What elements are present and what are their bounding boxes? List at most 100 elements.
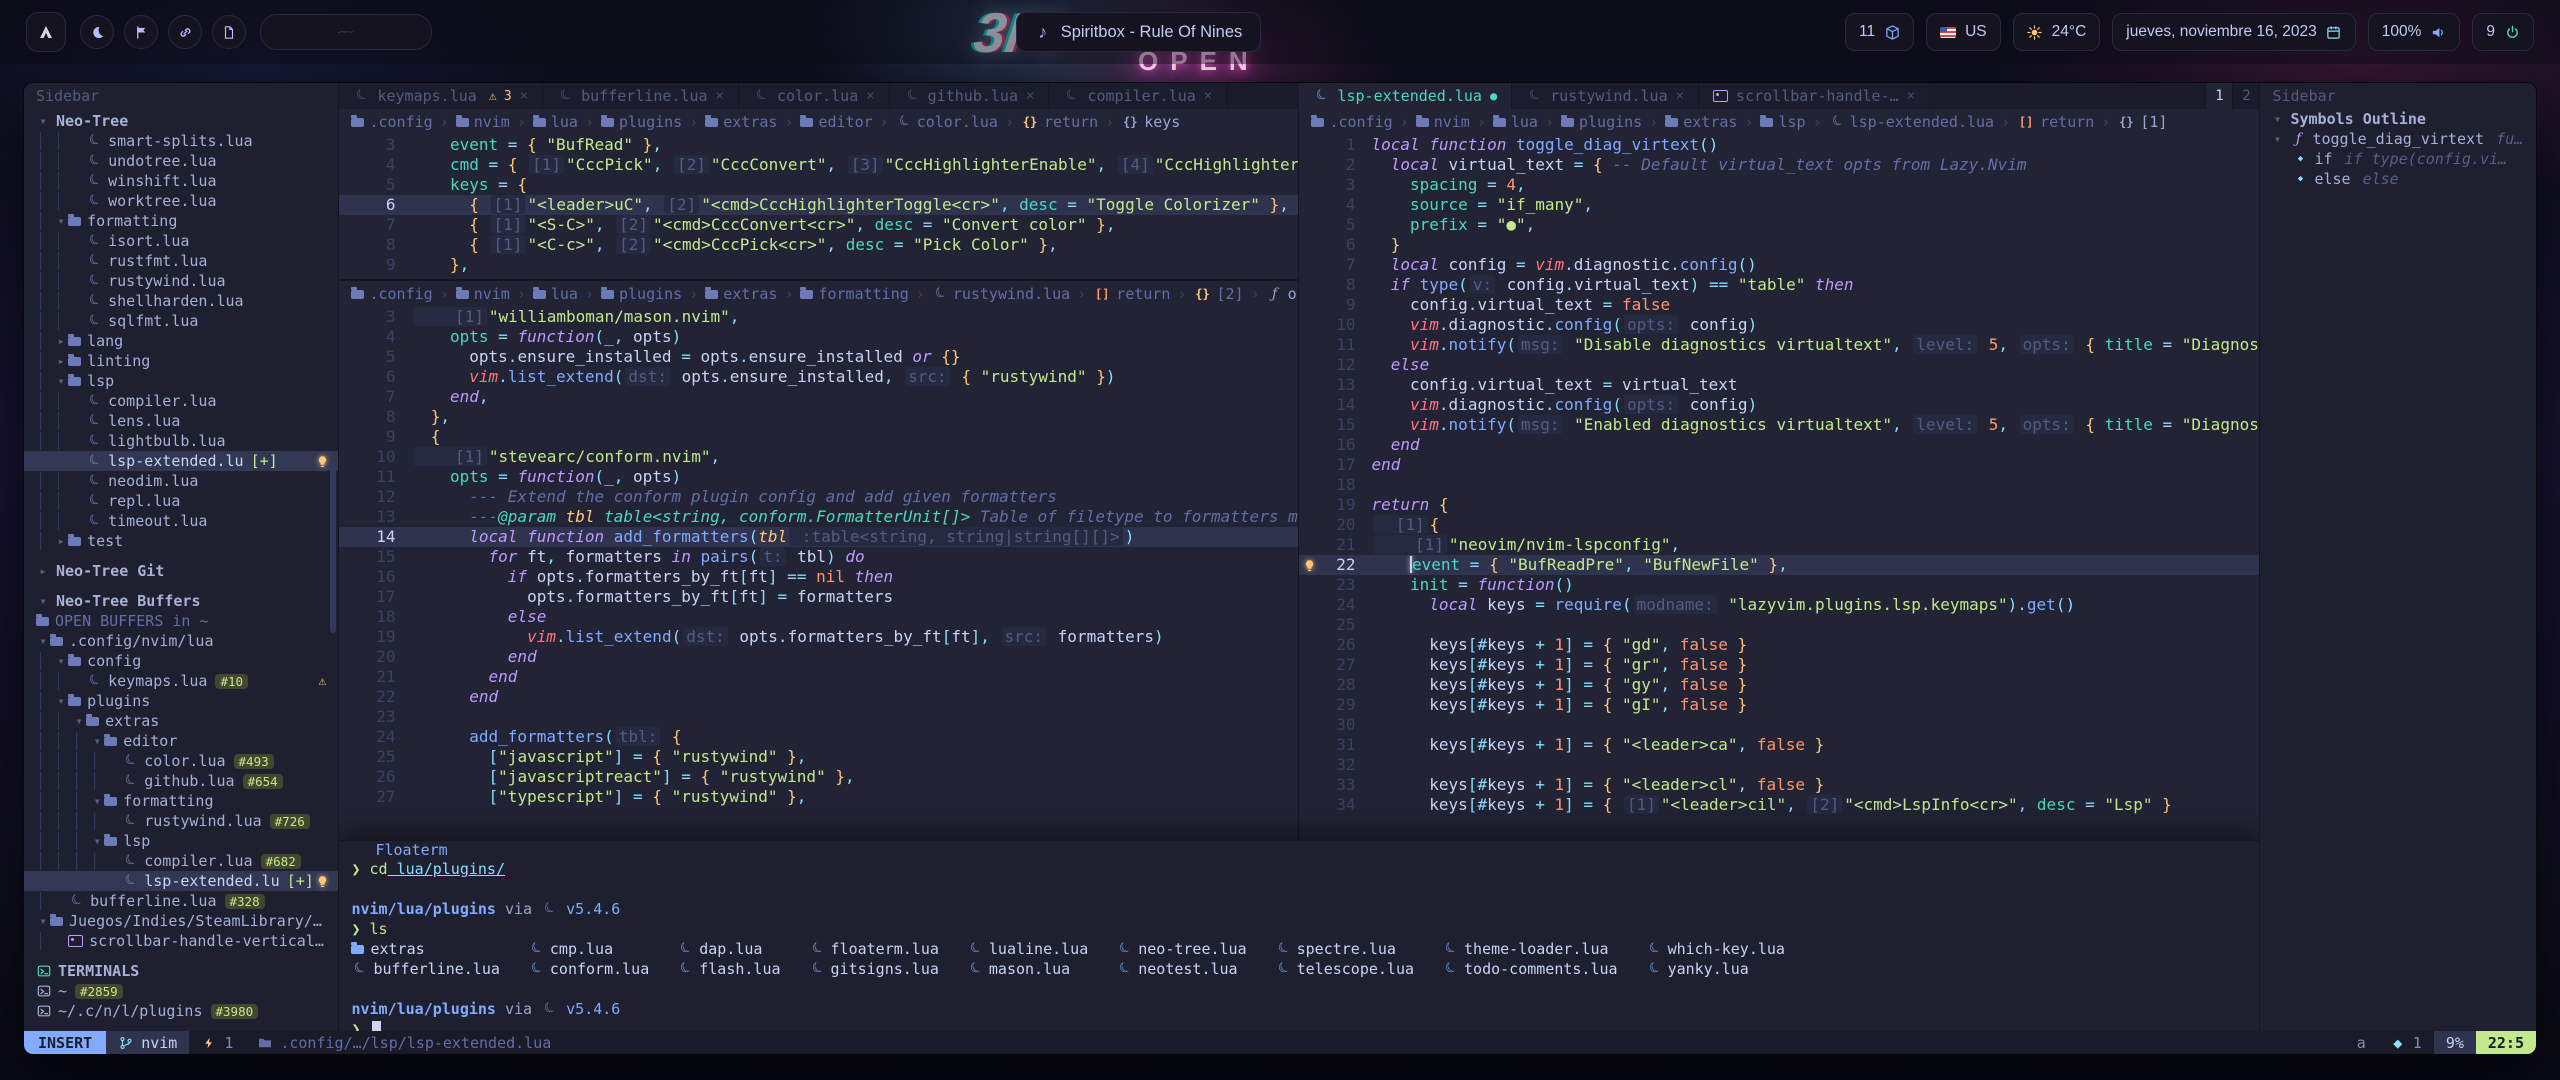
tree-item[interactable]: │ │ │ ▾formatting — [24, 791, 338, 811]
tab-compiler-lua[interactable]: ☾compiler.lua× — [1049, 83, 1227, 109]
tree-item[interactable]: │ scrollbar-handle-vertical.p… — [24, 931, 338, 951]
quick-button[interactable] — [124, 15, 158, 49]
neotree-section-header[interactable]: TERMINALS — [24, 961, 338, 981]
tree-item[interactable]: │ │ ☾worktree.lua — [24, 191, 338, 211]
tree-item[interactable]: │ │ ☾rustfmt.lua — [24, 251, 338, 271]
pill-volume[interactable]: 100% — [2368, 13, 2461, 51]
tree-item[interactable]: │ │ ☾repl.lua — [24, 491, 338, 511]
tree-item[interactable]: │ │ ☾shellharden.lua — [24, 291, 338, 311]
floaterm-window[interactable]: Floaterm ❯ cd lua/plugins/ nvim/lua/plug… — [339, 840, 2259, 1031]
tree-item[interactable]: │ ▾formatting — [24, 211, 338, 231]
tree-item[interactable]: │ │ ☾sqlfmt.lua — [24, 311, 338, 331]
neotree-section-header[interactable]: ▸Neo-Tree Git — [24, 561, 338, 581]
pill-session[interactable]: 9 — [2472, 13, 2534, 51]
listing-item[interactable]: ☾spectre.lua — [1275, 939, 1414, 959]
tree-item[interactable]: │ ☾bufferline.lua#328 — [24, 891, 338, 911]
tree-item[interactable]: │ ▸linting — [24, 351, 338, 371]
scrollbar-thumb[interactable] — [330, 463, 336, 633]
tree-item[interactable]: │ ▾config — [24, 651, 338, 671]
listing-item[interactable]: ☾yanky.lua — [1646, 959, 1785, 979]
listing-item[interactable]: ☾cmp.lua — [528, 939, 649, 959]
tab-color-lua[interactable]: ☾color.lua× — [739, 83, 890, 109]
code-area-color[interactable]: 3 event = { "BufRead" },4 cmd = { [1]"Cc… — [339, 135, 1298, 275]
close-icon[interactable]: × — [1907, 88, 1915, 104]
terminal-output[interactable]: ❯ cd lua/plugins/ nvim/lua/plugins via ☾… — [339, 859, 2259, 1031]
editor-color[interactable]: .config›nvim›lua›plugins›extras›editor›☾… — [339, 109, 1298, 281]
listing-item[interactable]: ☾conform.lua — [528, 959, 649, 979]
listing-item[interactable]: ☾flash.lua — [677, 959, 780, 979]
pill-updates[interactable]: 11 — [1845, 13, 1914, 51]
tab-rustywind-lua[interactable]: ☾rustywind.lua× — [1512, 83, 1699, 109]
tree-item[interactable]: │ ▸test — [24, 531, 338, 551]
tree-item[interactable]: │ │ ☾compiler.lua — [24, 391, 338, 411]
tree-item[interactable]: │ │ ☾smart-splits.lua — [24, 131, 338, 151]
listing-item[interactable]: ☾floaterm.lua — [809, 939, 939, 959]
listing-item[interactable]: ☾bufferline.lua — [351, 959, 499, 979]
listing-item[interactable]: ☾lualine.lua — [967, 939, 1088, 959]
tree-item[interactable]: │ │ │ │ ☾compiler.lua#682 — [24, 851, 338, 871]
close-icon[interactable]: × — [1026, 88, 1034, 104]
tree-item[interactable]: │ │ ☾isort.lua — [24, 231, 338, 251]
tree-item[interactable]: ~#2859 — [24, 981, 338, 1001]
pill-weather[interactable]: 24°C — [2013, 13, 2101, 51]
neotree-section-header[interactable]: ▾Neo-Tree — [24, 111, 338, 131]
tree-item[interactable]: ~/.c/n/l/plugins#3980 — [24, 1001, 338, 1021]
tree-item[interactable]: │ │ ☾lens.lua — [24, 411, 338, 431]
tree-item[interactable]: │ │ │ ▾editor — [24, 731, 338, 751]
tree-item[interactable]: │ │ ☾neodim.lua — [24, 471, 338, 491]
listing-item[interactable]: ☾neotest.lua — [1116, 959, 1246, 979]
tabpage-2[interactable]: 2 — [2232, 83, 2259, 109]
listing-item[interactable]: ☾todo-comments.lua — [1442, 959, 1618, 979]
code-area-rustywind[interactable]: 3 [1]"williamboman/mason.nvim",4 opts = … — [339, 307, 1298, 807]
quick-button[interactable] — [80, 15, 114, 49]
tree-item[interactable]: │ │ ☾rustywind.lua — [24, 271, 338, 291]
outline-item[interactable]: ▾ƒtoggle_diag_virtextfu… — [2260, 129, 2536, 149]
tree-item[interactable]: │ ▸lang — [24, 331, 338, 351]
tree-item[interactable]: │ ▾lsp — [24, 371, 338, 391]
listing-item[interactable]: ☾mason.lua — [967, 959, 1088, 979]
tree-item[interactable]: │ ▾plugins — [24, 691, 338, 711]
launcher-button[interactable] — [26, 12, 66, 52]
close-icon[interactable]: × — [520, 88, 528, 104]
listing-item[interactable]: ☾which-key.lua — [1646, 939, 1785, 959]
quick-button[interactable] — [212, 15, 246, 49]
tab-keymaps-lua[interactable]: ☾keymaps.lua⚠3× — [339, 83, 543, 109]
tree-item[interactable]: │ │ │ │ ☾github.lua#654 — [24, 771, 338, 791]
tree-item[interactable]: ▾Juegos/Indies/SteamLibrary/st… — [24, 911, 338, 931]
close-icon[interactable]: × — [1204, 88, 1212, 104]
code-area-lsp[interactable]: 1local function toggle_diag_virtext()2 l… — [1299, 135, 2259, 815]
tab-lsp-extended-lua[interactable]: ☾lsp-extended.lua● — [1299, 83, 1512, 109]
tree-item[interactable]: │ │ ☾timeout.lua — [24, 511, 338, 531]
tree-item[interactable]: ▾.config/nvim/lua — [24, 631, 338, 651]
tab-bufferline-lua[interactable]: ☾bufferline.lua× — [543, 83, 739, 109]
close-icon[interactable]: × — [716, 88, 724, 104]
cpu-graph-widget[interactable] — [260, 14, 432, 50]
tree-item[interactable]: │ │ ☾keymaps.lua#10⚠ — [24, 671, 338, 691]
quick-button[interactable] — [168, 15, 202, 49]
tabpage-1[interactable]: 1 — [2205, 83, 2232, 109]
tree-item[interactable]: OPEN BUFFERS in ~ — [24, 611, 338, 631]
listing-item[interactable]: ☾neo-tree.lua — [1116, 939, 1246, 959]
neotree-section-header[interactable]: ▾Neo-Tree Buffers — [24, 591, 338, 611]
pill-keyboard-layout[interactable]: US — [1926, 13, 2001, 51]
tree-item[interactable]: │ │ ▾extras — [24, 711, 338, 731]
tree-item[interactable]: │ │ ☾winshift.lua — [24, 171, 338, 191]
tab-github-lua[interactable]: ☾github.lua× — [890, 83, 1050, 109]
tree-item[interactable]: │ │ │ │ ☾lsp-extended.lu[+] — [24, 871, 338, 891]
tree-item[interactable]: │ │ ☾lsp-extended.lu[+] — [24, 451, 338, 471]
tree-item[interactable]: │ │ │ ▾lsp — [24, 831, 338, 851]
listing-item[interactable]: extras — [351, 939, 499, 959]
tab-scrollbar-handle-[interactable]: scrollbar-handle-…× — [1699, 83, 1930, 109]
tree-item[interactable]: │ │ │ │ ☾color.lua#493 — [24, 751, 338, 771]
close-icon[interactable]: × — [866, 88, 874, 104]
tree-item[interactable]: │ │ ☾lightbulb.lua — [24, 431, 338, 451]
outline-item[interactable]: ◆ifif type(config.vi… — [2260, 149, 2536, 169]
listing-item[interactable]: ☾telescope.lua — [1275, 959, 1414, 979]
tree-item[interactable]: │ │ ☾undotree.lua — [24, 151, 338, 171]
pill-date[interactable]: jueves, noviembre 16, 2023 — [2112, 13, 2355, 51]
listing-item[interactable]: ☾dap.lua — [677, 939, 780, 959]
tree-item[interactable]: │ │ │ │ ☾rustywind.lua#726 — [24, 811, 338, 831]
close-icon[interactable]: × — [1676, 88, 1684, 104]
music-widget[interactable]: ♪ Spiritbox - Rule Of Nines — [1016, 12, 1262, 52]
listing-item[interactable]: ☾gitsigns.lua — [809, 959, 939, 979]
